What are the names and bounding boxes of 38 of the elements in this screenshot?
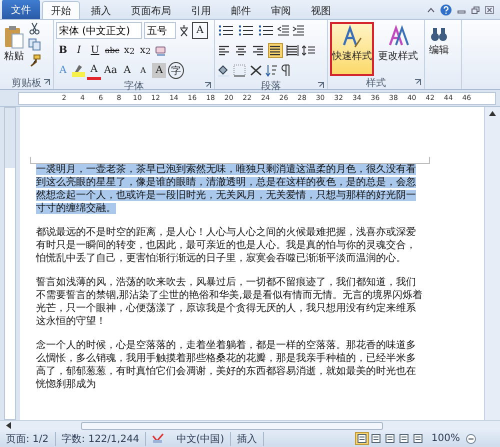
page-count[interactable]: 页面: 1/2 bbox=[0, 432, 56, 446]
ribbon-tab[interactable]: 引用 bbox=[182, 1, 220, 19]
group-label: 剪贴板 bbox=[12, 76, 42, 90]
underline-button[interactable]: U bbox=[88, 43, 102, 58]
group-label: 字体 bbox=[124, 80, 144, 92]
font-name-field[interactable]: 宋体 (中文正文) bbox=[56, 22, 142, 39]
ribbon-tab[interactable]: 页面布局 bbox=[122, 1, 180, 19]
editing-button[interactable]: 编辑 bbox=[427, 22, 451, 89]
change-case-button[interactable]: Aa bbox=[103, 63, 118, 78]
color-button[interactable]: A bbox=[87, 62, 101, 80]
document-paragraph: 一裘明月，一壶老茶，茶早已泡到索然无味，唯独只剩消遣这温柔的月色，很久没有看到这么亮眼的星星了，像是谁的眼睛，清澈透明，总是在这样的夜色，是的总是，会忽然想念起一个人，也或许是一段旧时光，无关风月，无关爱情，只想与那样的好光阴一寸寸的缠绵交融。 bbox=[36, 163, 417, 215]
file-tab[interactable]: 文件 bbox=[2, 0, 40, 19]
word-count[interactable]: 字数: 122/1,244 bbox=[56, 432, 146, 446]
enclose-character-button[interactable]: 字 bbox=[168, 62, 184, 79]
bold-button[interactable]: B bbox=[56, 43, 70, 58]
paste-button[interactable]: 粘贴 bbox=[2, 22, 26, 76]
ribbon-tab[interactable]: 开始 bbox=[42, 1, 80, 19]
ribbon-tab[interactable]: 邮件 bbox=[222, 1, 260, 19]
italic-button[interactable]: I bbox=[72, 43, 86, 58]
change-styles-button[interactable]: 更改样式 bbox=[376, 22, 420, 76]
character-border-button[interactable]: A bbox=[192, 22, 208, 39]
shade-button[interactable]: A bbox=[152, 63, 166, 78]
ribbon-tab[interactable]: 审阅 bbox=[262, 1, 300, 19]
group-label: 样式 bbox=[366, 76, 386, 90]
group-label: 段落 bbox=[261, 80, 281, 92]
strike-button[interactable]: abc bbox=[104, 43, 120, 58]
ribbon-tab[interactable]: 插入 bbox=[82, 1, 120, 19]
language-indicator[interactable]: 中文(中国) bbox=[170, 432, 232, 446]
document-paragraph: 誓言如浅薄的风，浩荡的吹来吹去，风暴过后，一切都不留痕迹了，我们都知道，我们不需要誓言的禁锢,那沾染了尘世的艳俗和华美,最是看似有情而无情。无言的境界闪烁着光芒，只一个眼神，心便荡漾了，原谅我是个贪得无厌的人，我只想用没有约定来维系这永恒的守望！ bbox=[36, 276, 424, 328]
zoom-level[interactable]: 100% bbox=[425, 433, 466, 444]
shrink-button[interactable]: A bbox=[136, 63, 150, 78]
ribbon-tab[interactable]: 视图 bbox=[302, 1, 340, 19]
document-paragraph: 都说最远的不是时空的距离，是人心！人心与人心之间的火候最难把握，浅喜亦或深爱有时只是一瞬间的转变，也因此，最可亲近的也是人心。我是真的怕与你的灵魂交合，怕慌乱中丢了自己，更害怕渐行渐远的日子里，寂寞会吞噬已渐渐平淡而温润的心。 bbox=[36, 226, 417, 265]
grow-button[interactable]: A bbox=[120, 63, 134, 78]
document-paragraph: 念一个人的时候，心是空落落的，走着坐着躺着，都是一样的空落落。那花香的味道多么惆怅，多么销魂，我用手触摸着那些格桑花的花瓣，那是我亲手种植的，已经半米多高了，郁郁葱葱，有时真怕它们会凋谢，美好的东西都容易消逝，就如最美的时光也在恍惚刹那成为 bbox=[36, 339, 417, 391]
insert-mode-indicator[interactable]: 插入 bbox=[231, 432, 264, 446]
quick-styles-button[interactable]: 快速样式 bbox=[330, 22, 374, 76]
font-size-field[interactable]: 五号 bbox=[144, 22, 176, 39]
